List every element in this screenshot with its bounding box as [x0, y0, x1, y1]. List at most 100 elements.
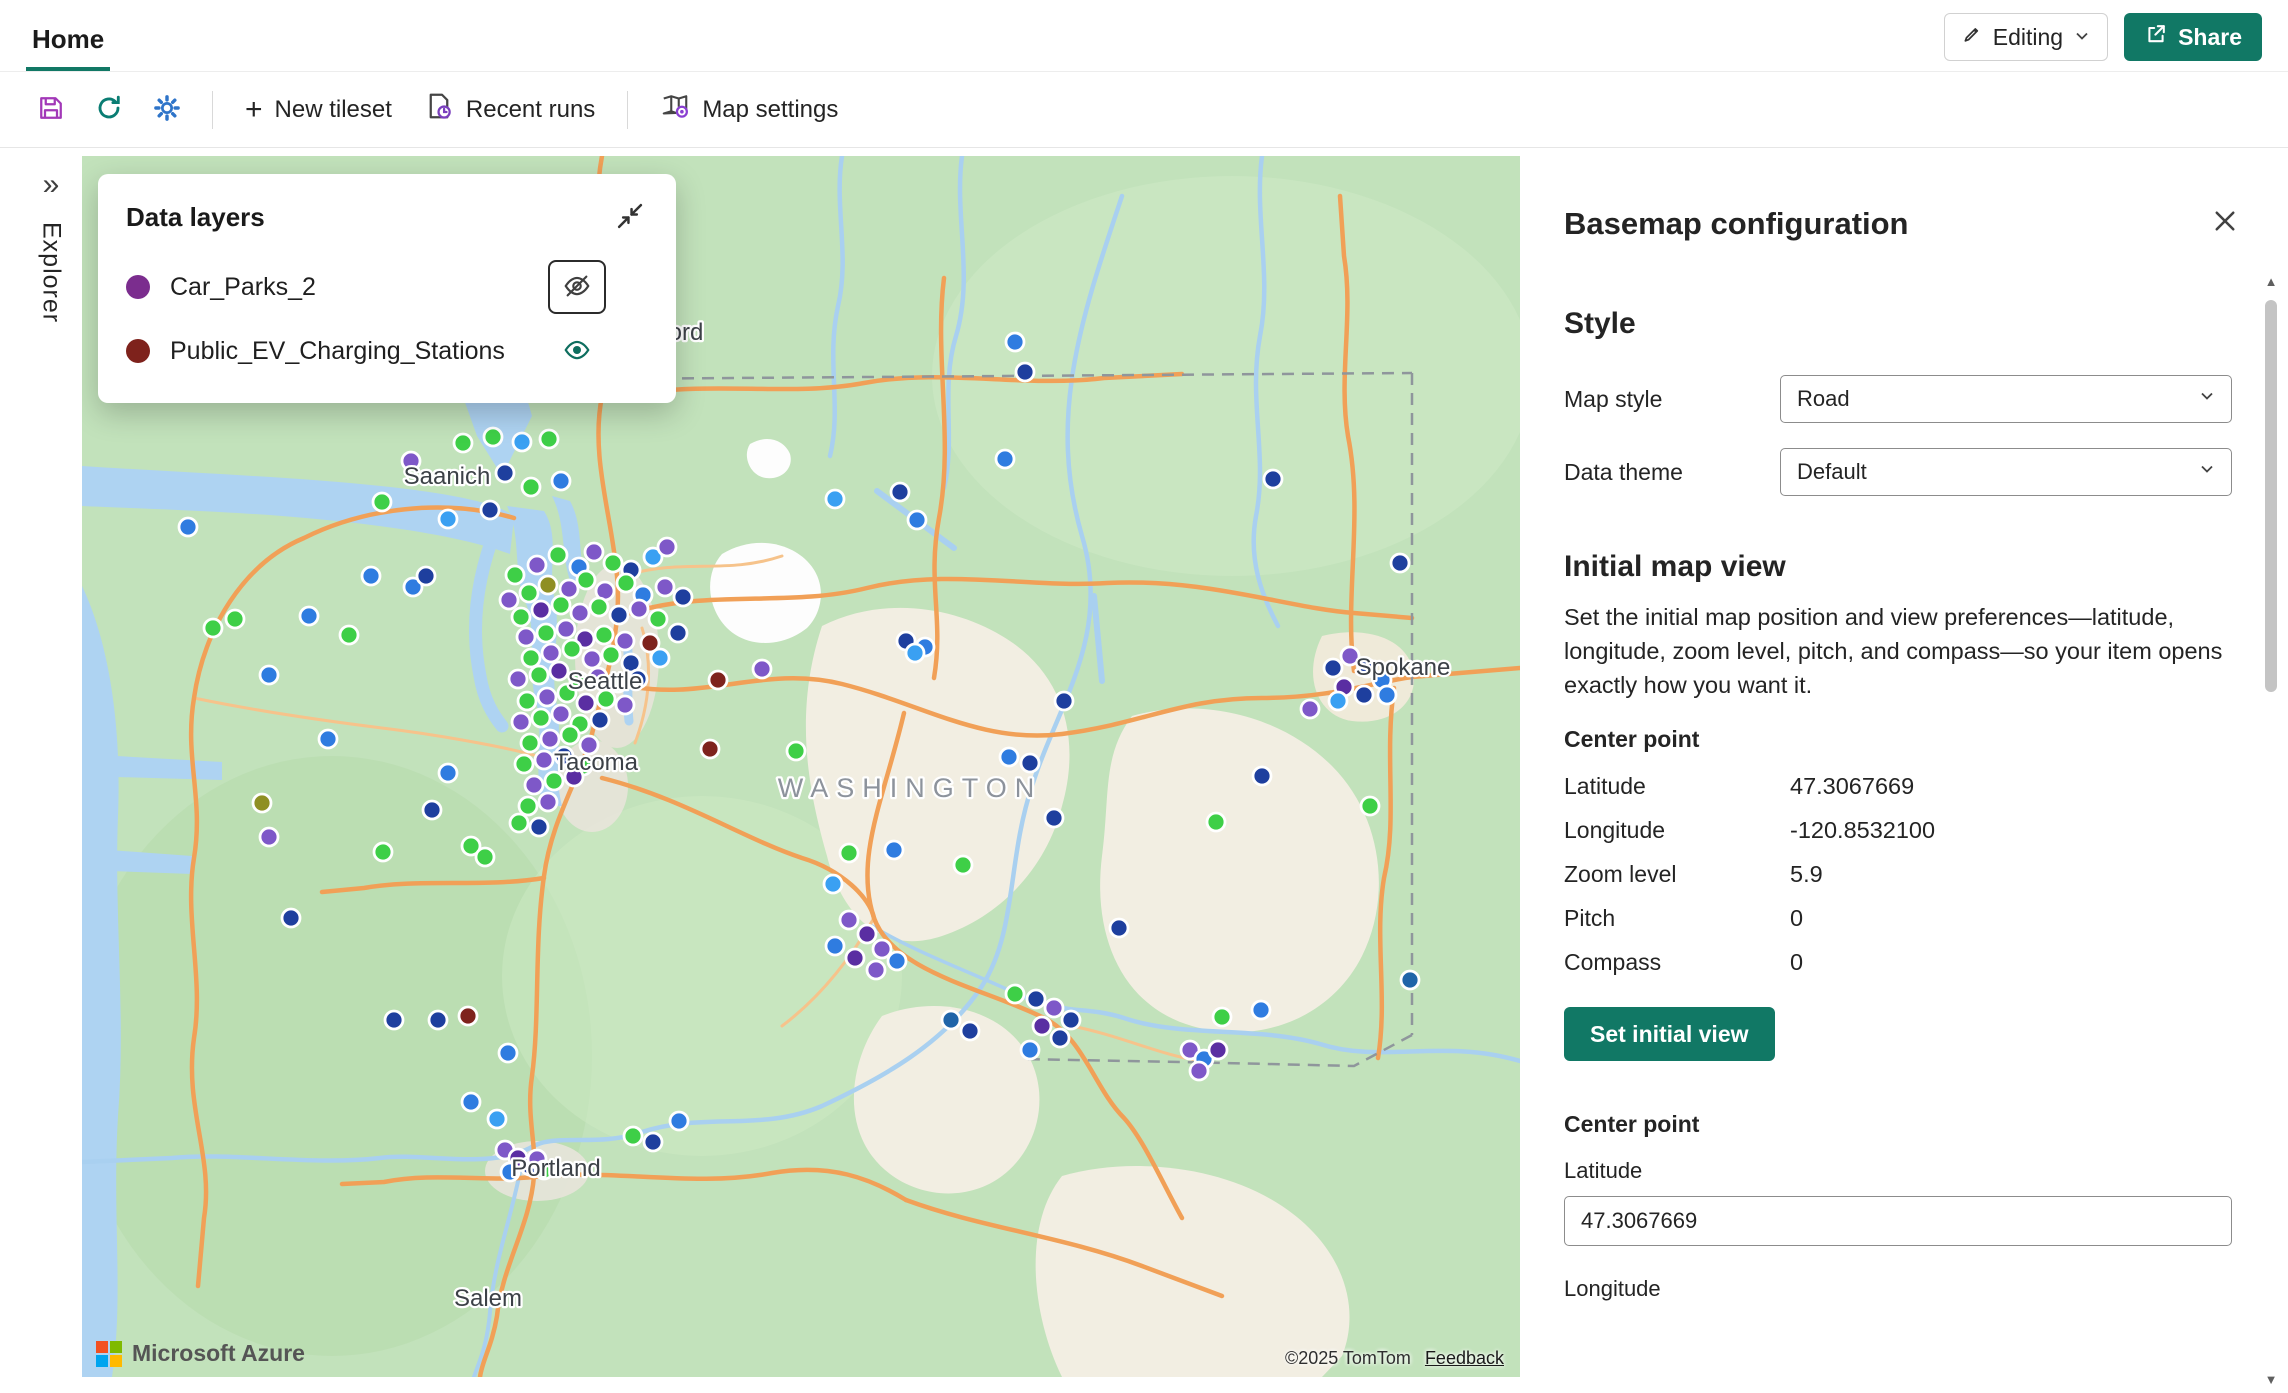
data-point[interactable] — [1006, 333, 1024, 351]
data-point[interactable] — [867, 961, 885, 979]
data-point[interactable] — [630, 600, 648, 618]
data-point[interactable] — [542, 644, 560, 662]
data-point[interactable] — [537, 624, 555, 642]
data-point[interactable] — [509, 670, 527, 688]
data-point[interactable] — [385, 1011, 403, 1029]
data-point[interactable] — [512, 713, 530, 731]
data-point[interactable] — [1264, 470, 1282, 488]
data-point[interactable] — [1329, 692, 1347, 710]
data-point[interactable] — [604, 554, 622, 572]
data-point[interactable] — [522, 649, 540, 667]
data-point[interactable] — [616, 696, 634, 714]
data-point[interactable] — [651, 649, 669, 667]
data-point[interactable] — [1378, 686, 1396, 704]
data-point[interactable] — [476, 848, 494, 866]
latitude-input[interactable] — [1564, 1196, 2232, 1246]
data-point[interactable] — [885, 841, 903, 859]
data-point[interactable] — [617, 574, 635, 592]
data-point[interactable] — [674, 588, 692, 606]
data-point[interactable] — [499, 1044, 517, 1062]
data-point[interactable] — [942, 1011, 960, 1029]
data-point[interactable] — [462, 1093, 480, 1111]
data-point[interactable] — [179, 518, 197, 536]
map-style-dropdown[interactable]: Road — [1780, 375, 2232, 423]
data-point[interactable] — [1301, 700, 1319, 718]
data-point[interactable] — [1006, 985, 1024, 1003]
data-point[interactable] — [826, 937, 844, 955]
data-point[interactable] — [1209, 1041, 1227, 1059]
data-point[interactable] — [525, 776, 543, 794]
data-point[interactable] — [840, 911, 858, 929]
data-point[interactable] — [204, 619, 222, 637]
data-point[interactable] — [753, 660, 771, 678]
data-point[interactable] — [557, 620, 575, 638]
data-point[interactable] — [1207, 813, 1225, 831]
data-point[interactable] — [670, 1112, 688, 1130]
layer-row-ev-stations[interactable]: Public_EV_Charging_Stations — [126, 319, 648, 383]
data-point[interactable] — [1253, 767, 1271, 785]
data-point[interactable] — [521, 734, 539, 752]
data-point[interactable] — [506, 566, 524, 584]
tab-home[interactable]: Home — [26, 8, 110, 71]
data-point[interactable] — [616, 632, 634, 650]
data-point[interactable] — [1045, 999, 1063, 1017]
toggle-visibility-button[interactable] — [548, 260, 606, 314]
data-point[interactable] — [1062, 1011, 1080, 1029]
data-point[interactable] — [520, 584, 538, 602]
data-point[interactable] — [669, 624, 687, 642]
data-point[interactable] — [1110, 919, 1128, 937]
data-point[interactable] — [1361, 797, 1379, 815]
data-point[interactable] — [260, 828, 278, 846]
data-point[interactable] — [484, 428, 502, 446]
data-point[interactable] — [595, 626, 613, 644]
editing-button[interactable]: Editing — [1944, 13, 2108, 61]
data-point[interactable] — [906, 644, 924, 662]
data-point[interactable] — [260, 666, 278, 684]
data-point[interactable] — [439, 510, 457, 528]
data-point[interactable] — [824, 875, 842, 893]
close-panel-button[interactable] — [2206, 202, 2244, 243]
data-point[interactable] — [319, 730, 337, 748]
data-theme-dropdown[interactable]: Default — [1780, 448, 2232, 496]
data-point[interactable] — [500, 591, 518, 609]
data-point[interactable] — [1190, 1062, 1208, 1080]
data-point[interactable] — [583, 650, 601, 668]
expand-explorer-icon[interactable]: » — [43, 170, 60, 200]
data-point[interactable] — [846, 949, 864, 967]
data-point[interactable] — [590, 598, 608, 616]
data-point[interactable] — [961, 1022, 979, 1040]
scroll-down-arrow-icon[interactable]: ▼ — [2262, 1372, 2280, 1387]
data-point[interactable] — [528, 556, 546, 574]
data-point[interactable] — [539, 576, 557, 594]
data-point[interactable] — [577, 571, 595, 589]
data-point[interactable] — [1045, 809, 1063, 827]
map-settings-button[interactable]: Map settings — [646, 83, 852, 137]
feedback-link[interactable]: Feedback — [1425, 1348, 1504, 1369]
data-point[interactable] — [571, 604, 589, 622]
data-point[interactable] — [552, 705, 570, 723]
data-point[interactable] — [563, 640, 581, 658]
data-point[interactable] — [530, 666, 548, 684]
data-point[interactable] — [873, 940, 891, 958]
data-point[interactable] — [519, 797, 537, 815]
data-point[interactable] — [591, 711, 609, 729]
data-point[interactable] — [481, 501, 499, 519]
data-point[interactable] — [515, 755, 533, 773]
map-canvas[interactable]: SaanichordSeattleTacomaWASHINGTONSpokane… — [82, 156, 1520, 1377]
data-point[interactable] — [1027, 990, 1045, 1008]
data-point[interactable] — [362, 567, 380, 585]
data-point[interactable] — [996, 450, 1014, 468]
set-initial-view-button[interactable]: Set initial view — [1564, 1007, 1775, 1061]
scroll-up-arrow-icon[interactable]: ▲ — [2262, 274, 2280, 289]
data-point[interactable] — [1355, 686, 1373, 704]
data-point[interactable] — [517, 628, 535, 646]
data-point[interactable] — [585, 543, 603, 561]
data-point[interactable] — [535, 751, 553, 769]
data-point[interactable] — [656, 578, 674, 596]
data-point[interactable] — [510, 814, 528, 832]
data-point[interactable] — [530, 818, 548, 836]
layer-row-car-parks[interactable]: Car_Parks_2 — [126, 255, 648, 319]
data-point[interactable] — [459, 1007, 477, 1025]
data-point[interactable] — [1401, 971, 1419, 989]
data-point[interactable] — [858, 925, 876, 943]
